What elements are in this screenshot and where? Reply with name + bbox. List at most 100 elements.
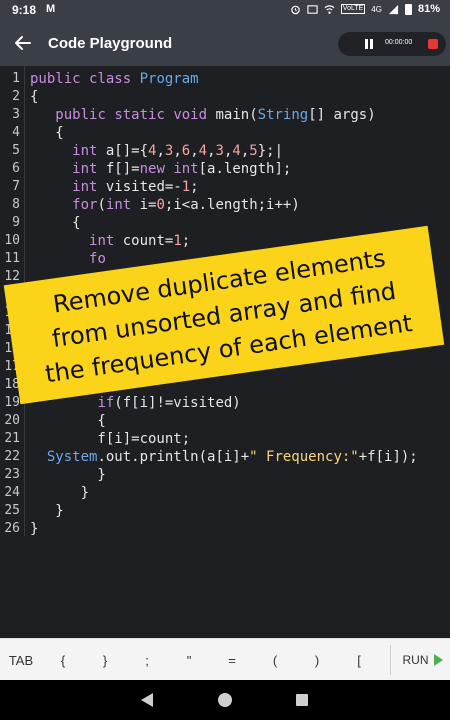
code-line[interactable]: 4 { (0, 124, 450, 142)
code-text: public class Program (30, 70, 199, 88)
status-bar: 9:18 M VoLTE 4G 81% (0, 0, 450, 22)
code-token: void (173, 107, 216, 123)
play-icon (433, 654, 443, 666)
code-line[interactable]: 21 f[i]=count; (0, 430, 450, 448)
code-token: int (89, 233, 123, 249)
key-tab[interactable]: TAB (0, 639, 42, 681)
code-line[interactable]: 9 { (0, 214, 450, 232)
code-line[interactable]: 2{ (0, 88, 450, 106)
code-token: f[]= (105, 161, 140, 177)
code-line[interactable]: 25 } (0, 502, 450, 520)
code-text: } (30, 502, 63, 520)
line-number: 11 (4, 251, 20, 266)
key-close-paren[interactable]: ) (296, 639, 338, 681)
key-open-bracket[interactable]: [ (338, 639, 380, 681)
battery-percent: 81% (417, 3, 440, 15)
code-token: } (30, 467, 106, 483)
cast-icon (307, 4, 318, 14)
code-line[interactable]: 6 int f[]=new int[a.length]; (0, 160, 450, 178)
system-nav-bar (0, 680, 450, 720)
key-semicolon[interactable]: ; (126, 639, 168, 681)
run-label: RUN (402, 653, 429, 667)
code-token: f[i]=count; (30, 431, 191, 447)
line-number: 22 (4, 449, 20, 464)
code-token: 4 (232, 143, 241, 159)
line-number: 24 (4, 485, 20, 500)
code-token: i= (139, 197, 157, 213)
line-number: 4 (12, 125, 20, 140)
code-text: System.out.println(a[i]+" Frequency:"+f[… (30, 448, 418, 466)
code-token: , (207, 143, 216, 159)
code-line[interactable]: 7 int visited=-1; (0, 178, 450, 196)
key-open-paren[interactable]: ( (254, 639, 296, 681)
code-line[interactable]: 26} (0, 520, 450, 538)
code-token: 0 (156, 197, 165, 213)
line-number: 9 (12, 215, 20, 230)
code-token: int (72, 143, 106, 159)
code-token: , (190, 143, 199, 159)
code-token: { (30, 125, 64, 141)
code-token: count= (122, 233, 174, 249)
code-token: " Frequency:" (249, 449, 359, 465)
code-line[interactable]: 3 public static void main(String[] args) (0, 106, 450, 124)
code-line[interactable]: 23 } (0, 466, 450, 484)
code-token: [] args) (308, 107, 376, 123)
code-text: f[i]=count; (30, 430, 190, 448)
code-line[interactable]: 8 for(int i=0;i<a.length;i++) (0, 196, 450, 214)
code-token: class (89, 71, 140, 87)
line-number: 20 (4, 413, 20, 428)
key-equals[interactable]: = (210, 639, 254, 681)
key-open-brace[interactable]: { (42, 639, 84, 681)
code-token: } (30, 521, 39, 537)
key-close-brace[interactable]: } (84, 639, 126, 681)
code-line[interactable]: 24 } (0, 484, 450, 502)
code-token: , (156, 143, 165, 159)
code-text: int count=1; (30, 232, 190, 250)
line-number: 2 (12, 89, 20, 104)
code-text: int a[]={4,3,6,4,3,4,5};| (30, 142, 283, 160)
code-text: { (30, 214, 80, 232)
network-gen: 4G (371, 4, 382, 14)
code-line[interactable]: 5 int a[]={4,3,6,4,3,4,5};| (0, 142, 450, 160)
stop-icon[interactable] (428, 39, 438, 49)
code-token: 1 (173, 233, 182, 249)
recorder-time: 00:00:00 (385, 39, 413, 46)
line-number: 1 (12, 71, 20, 86)
code-token: static (114, 107, 174, 123)
code-token: [a.length]; (198, 161, 292, 177)
code-token: 1 (181, 179, 191, 195)
run-button[interactable]: RUN (395, 639, 450, 681)
code-token: int (72, 179, 106, 195)
code-token: Program (139, 71, 199, 87)
signal-icon (388, 4, 399, 14)
code-line[interactable]: 20 { (0, 412, 450, 430)
code-token: ; (181, 233, 191, 249)
gmail-icon: M (46, 3, 56, 15)
code-token: for (72, 197, 98, 213)
code-token: public (30, 71, 90, 87)
pause-icon[interactable] (364, 39, 374, 49)
screen-recorder-pill[interactable]: 00:00:00 (338, 32, 446, 56)
code-token: public (55, 107, 115, 123)
nav-recents-icon[interactable] (296, 694, 308, 706)
nav-back-icon[interactable] (141, 693, 153, 707)
nav-home-icon[interactable] (218, 693, 232, 707)
code-token: } (30, 485, 90, 501)
code-token: new (139, 161, 174, 177)
code-token: int (105, 197, 140, 213)
code-text: } (30, 484, 89, 502)
arrow-left-icon[interactable] (12, 32, 34, 54)
code-token: main( (215, 107, 258, 123)
key-quote[interactable]: " (168, 639, 210, 681)
code-token: .out.println(a[i]+ (97, 449, 250, 465)
line-number: 5 (12, 143, 20, 158)
code-line[interactable]: 22 System.out.println(a[i]+" Frequency:"… (0, 448, 450, 466)
code-text: { (30, 88, 38, 106)
code-line[interactable]: 1 public class Program (0, 70, 450, 88)
line-number: 23 (4, 467, 20, 482)
line-number: 6 (12, 161, 20, 176)
